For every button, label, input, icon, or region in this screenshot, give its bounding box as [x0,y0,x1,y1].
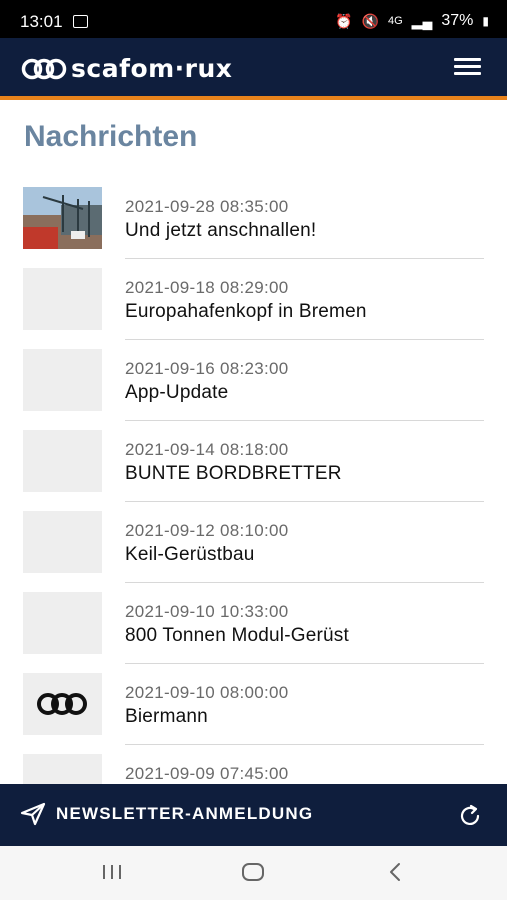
send-icon [20,802,46,826]
news-date: 2021-09-10 10:33:00 [125,602,289,621]
news-item[interactable]: 2021-09-10 08:00:00 Biermann [0,664,507,745]
scaffold-photo-icon [23,187,102,249]
news-title: 800 Tonnen Modul-Gerüst [125,625,349,646]
news-date: 2021-09-10 08:00:00 [125,683,289,702]
news-item[interactable]: 2021-09-18 08:29:00 Europahafenkopf in B… [0,259,507,340]
alarm-icon: ⏰ [335,12,353,29]
system-nav-bar [0,846,507,900]
news-list[interactable]: 2021-09-28 08:35:00 Und jetzt anschnalle… [0,178,507,784]
scafom-logo-icon [37,693,87,715]
recent-apps-button[interactable] [100,860,124,889]
news-thumbnail-placeholder [23,754,102,784]
status-bar: 13:01 ⏰ 🔇 4G ▂▄ 37% ▮ [0,0,507,38]
news-title: Europahafenkopf in Bremen [125,301,367,322]
app-bar: scafom·rux [0,38,507,100]
hamburger-menu-icon[interactable] [454,58,481,76]
news-date: 2021-09-09 07:45:00 [125,764,289,783]
signal-icon: ▂▄ [411,12,433,29]
news-thumbnail-placeholder [23,268,102,330]
4g-icon: 4G [387,15,403,27]
status-icons: ⏰ 🔇 4G ▂▄ 37% ▮ [335,12,489,30]
news-thumbnail-placeholder [23,430,102,492]
bottom-bar: NEWSLETTER-ANMELDUNG [0,784,507,846]
news-date: 2021-09-28 08:35:00 [125,197,289,216]
back-button[interactable] [384,860,406,889]
news-item[interactable]: 2021-09-09 07:45:00 [0,745,507,784]
refresh-icon [460,804,480,825]
news-title: Biermann [125,706,208,727]
news-title: App-Update [125,382,229,403]
mute-icon: 🔇 [361,12,379,29]
newsletter-button[interactable]: NEWSLETTER-ANMELDUNG [20,802,313,826]
brand-logo: scafom·rux [21,54,232,83]
status-time: 13:01 [20,12,63,31]
news-item[interactable]: 2021-09-16 08:23:00 App-Update [0,340,507,421]
news-title: Keil-Gerüstbau [125,544,255,565]
news-item[interactable]: 2021-09-10 10:33:00 800 Tonnen Modul-Ger… [0,583,507,664]
news-thumbnail-placeholder [23,511,102,573]
news-date: 2021-09-16 08:23:00 [125,359,289,378]
page-title: Nachrichten [24,120,198,153]
brand-name: scafom·rux [71,54,233,83]
news-item[interactable]: 2021-09-28 08:35:00 Und jetzt anschnalle… [0,178,507,259]
news-date: 2021-09-18 08:29:00 [125,278,289,297]
home-icon [242,863,264,881]
news-thumbnail-photo [23,187,102,249]
scafom-rings-icon [21,58,67,79]
battery-percent: 37% [441,12,474,29]
back-icon [390,863,400,881]
news-thumbnail-placeholder [23,592,102,654]
news-date: 2021-09-12 08:10:00 [125,521,289,540]
recent-apps-icon [103,865,121,879]
news-date: 2021-09-14 08:18:00 [125,440,289,459]
news-thumbnail-placeholder [23,349,102,411]
news-item[interactable]: 2021-09-14 08:18:00 BUNTE BORDBRETTER [0,421,507,502]
news-item[interactable]: 2021-09-12 08:10:00 Keil-Gerüstbau [0,502,507,583]
news-title: BUNTE BORDBRETTER [125,463,342,484]
gallery-icon [73,15,88,28]
accent-stripe [0,96,507,100]
home-button[interactable] [240,860,266,889]
battery-icon: ▮ [482,14,489,28]
news-title: Und jetzt anschnallen! [125,220,317,241]
news-thumbnail-logo [23,673,102,735]
newsletter-label: NEWSLETTER-ANMELDUNG [56,804,314,823]
refresh-button[interactable] [457,803,483,834]
